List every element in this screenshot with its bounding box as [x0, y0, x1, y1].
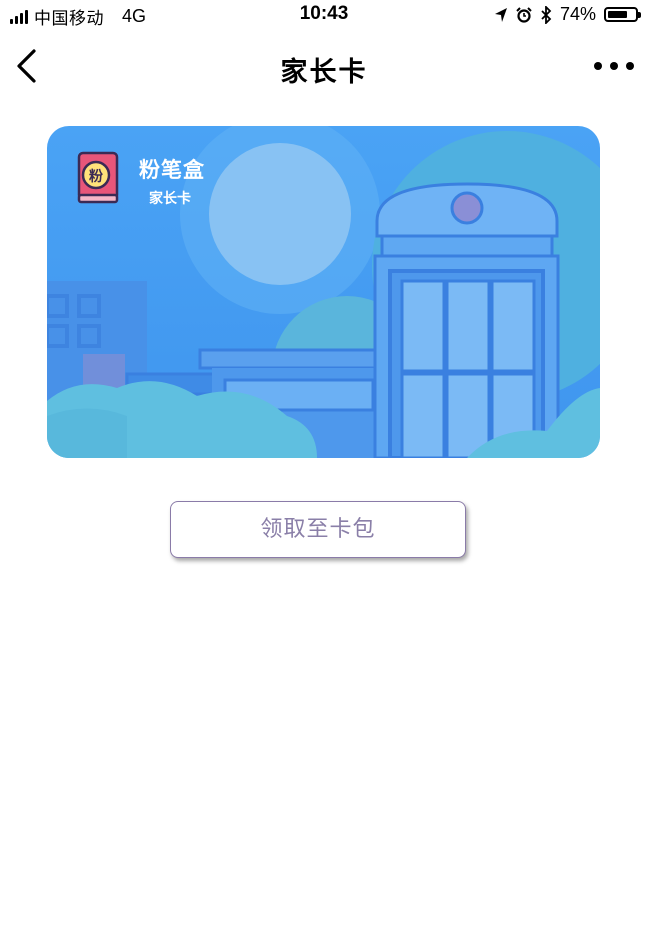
parent-card[interactable]: 粉 粉笔盒 家长卡: [47, 126, 600, 458]
battery-percent: 74%: [559, 4, 596, 24]
fenbihe-logo: 粉: [77, 151, 119, 204]
more-dots-icon: [594, 62, 602, 70]
card-illustration: [47, 126, 600, 458]
status-right: 74%: [494, 4, 641, 25]
battery-fill: [608, 11, 627, 18]
battery-icon: [604, 7, 641, 22]
bluetooth-icon: [541, 5, 552, 24]
page-title: 家长卡: [280, 57, 368, 88]
nav-bar: 家长卡: [0, 32, 648, 100]
status-bar: 中国移动 4G 10:43 74%: [0, 0, 648, 32]
more-button[interactable]: [594, 54, 634, 78]
card-subtitle: 家长卡: [149, 191, 191, 207]
add-to-wallet-button[interactable]: 领取至卡包: [170, 501, 466, 558]
alarm-icon: [516, 6, 532, 23]
location-icon: [494, 7, 507, 22]
logo-char: 粉: [89, 168, 103, 185]
card-brand-name: 粉笔盒: [139, 158, 205, 182]
